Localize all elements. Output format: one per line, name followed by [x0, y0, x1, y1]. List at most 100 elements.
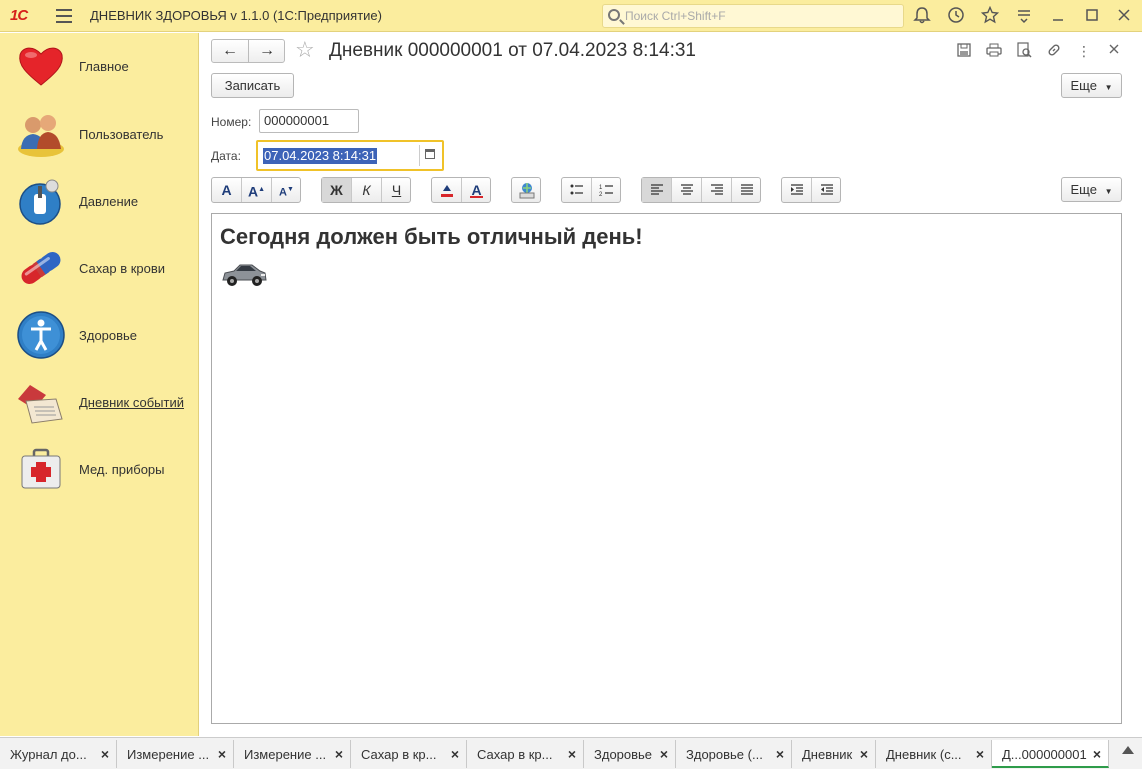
search-placeholder: Поиск Ctrl+Shift+F [625, 9, 726, 23]
calendar-icon[interactable] [425, 149, 435, 159]
font-size-group: A A▲ A▼ [211, 177, 301, 203]
tab-window[interactable]: Здоровье (... × [676, 740, 792, 768]
date-field[interactable]: 07.04.2023 8:14:31 [256, 140, 444, 171]
forward-arrow-icon[interactable]: → [249, 41, 285, 61]
svg-text:1: 1 [599, 185, 603, 191]
history-icon[interactable] [946, 6, 966, 26]
save-button[interactable]: Записать [211, 73, 294, 98]
tab-window[interactable]: Дневник (с... × [876, 740, 992, 768]
bold-button[interactable]: Ж [322, 178, 351, 202]
close-tab-icon[interactable]: × [976, 746, 984, 762]
link-icon[interactable] [1045, 42, 1063, 60]
format-more-label: Еще [1070, 182, 1097, 197]
sidebar-item-main[interactable]: Главное [0, 35, 199, 95]
app-title: ДНЕВНИК ЗДОРОВЬЯ v 1.1.0 (1С:Предприятие… [90, 8, 382, 23]
tab-window[interactable]: Измерение ... × [117, 740, 234, 768]
formatted-text-editor[interactable]: Сегодня должен быть отличный день! [211, 213, 1122, 724]
indent-increase-icon[interactable] [782, 178, 811, 202]
font-increase-icon[interactable]: A▲ [242, 178, 271, 202]
pill-icon [16, 243, 66, 293]
functions-menu-icon[interactable] [1014, 6, 1034, 26]
tab-label: Дневник (с... [886, 747, 962, 762]
tab-label: Сахар в кр... [477, 747, 553, 762]
close-tab-icon[interactable]: × [860, 746, 868, 762]
underline-button[interactable]: Ч [382, 178, 411, 202]
numbered-list-icon[interactable]: 12 [592, 178, 621, 202]
close-tab-icon[interactable]: × [568, 746, 576, 762]
sidebar-item-med-devices[interactable]: Мед. приборы [0, 438, 199, 498]
tab-window-active[interactable]: Д...000000001 × [992, 740, 1109, 768]
favorites-icon[interactable] [980, 5, 1000, 26]
tab-window[interactable]: Сахар в кр... × [351, 740, 467, 768]
sidebar-item-blood-sugar[interactable]: Сахар в крови [0, 237, 199, 297]
more-button[interactable]: Еще ▼ [1061, 73, 1122, 98]
font-icon[interactable]: A [212, 178, 241, 202]
more-vertical-icon[interactable]: ⋮ [1075, 42, 1093, 60]
sidebar-item-event-diary[interactable]: Дневник событий [0, 371, 199, 431]
tab-label: Здоровье (... [686, 747, 763, 762]
tab-label: Дневник [802, 747, 853, 762]
bulleted-list-icon[interactable] [562, 178, 591, 202]
align-left-icon[interactable] [642, 178, 671, 202]
close-tab-icon[interactable]: × [776, 746, 784, 762]
tab-label: Измерение ... [244, 747, 327, 762]
format-more-button[interactable]: Еще ▼ [1061, 177, 1122, 202]
sidebar-item-label: Сахар в крови [79, 261, 166, 276]
minimize-icon[interactable] [1048, 6, 1068, 26]
tab-label: Здоровье [594, 747, 653, 762]
sidebar-item-health[interactable]: Здоровье [0, 304, 199, 364]
open-windows-bar: Журнал до... × Измерение ... × Измерение .… [0, 737, 1142, 769]
align-center-icon[interactable] [672, 178, 701, 202]
tab-window[interactable]: Журнал до... × [0, 740, 117, 768]
number-field[interactable]: 000000001 [259, 109, 359, 133]
save-disk-icon[interactable] [955, 42, 973, 60]
align-right-icon[interactable] [702, 178, 731, 202]
back-arrow-icon[interactable]: ← [212, 41, 248, 61]
close-tab-icon[interactable]: × [335, 746, 343, 762]
close-tab-icon[interactable]: × [218, 746, 226, 762]
sidebar: Главное Пользователь Давление Сахар в кр… [0, 33, 199, 736]
close-form-icon[interactable] [1105, 42, 1123, 60]
sidebar-item-label: Мед. приборы [79, 462, 165, 477]
search-input[interactable]: Поиск Ctrl+Shift+F [602, 4, 904, 28]
close-tab-icon[interactable]: × [660, 746, 668, 762]
person-icon [16, 310, 66, 360]
sidebar-item-label: Давление [79, 194, 139, 209]
close-window-icon[interactable] [1114, 6, 1134, 26]
sidebar-item-pressure[interactable]: Давление [0, 170, 199, 230]
align-justify-icon[interactable] [732, 178, 761, 202]
tab-window[interactable]: Сахар в кр... × [467, 740, 584, 768]
close-tab-icon[interactable]: × [1093, 746, 1101, 762]
print-icon[interactable] [985, 42, 1003, 60]
sidebar-item-label: Дневник событий [79, 395, 185, 410]
tab-label: Измерение ... [127, 747, 210, 762]
number-label: Номер: [211, 115, 252, 129]
alignment-group [641, 177, 761, 203]
more-button-label: Еще [1070, 78, 1097, 93]
indent-group [781, 177, 841, 203]
tab-window[interactable]: Здоровье × [584, 740, 676, 768]
sidebar-item-label: Пользователь [79, 127, 164, 142]
tab-window[interactable]: Дневник × [792, 740, 876, 768]
menu-icon[interactable] [56, 9, 72, 23]
close-tab-icon[interactable]: × [101, 746, 109, 762]
search-icon [608, 9, 620, 21]
diary-form: ← → ☆ Дневник 000000001 от 07.04.2023 8:… [200, 33, 1142, 736]
sidebar-item-label: Здоровье [79, 328, 138, 343]
tab-window[interactable]: Измерение ... × [234, 740, 351, 768]
chevron-down-icon: ▼ [1104, 187, 1113, 196]
favorite-star-icon[interactable]: ☆ [295, 37, 315, 63]
tabs-expand-icon[interactable] [1122, 746, 1134, 754]
maximize-icon[interactable] [1082, 6, 1102, 26]
close-tab-icon[interactable]: × [451, 746, 459, 762]
indent-decrease-icon[interactable] [812, 178, 841, 202]
italic-button[interactable]: К [352, 178, 381, 202]
highlight-color-icon[interactable] [432, 178, 461, 202]
preview-icon[interactable] [1015, 42, 1033, 60]
insert-picture-icon[interactable] [512, 178, 541, 202]
bell-icon[interactable] [912, 6, 932, 26]
sidebar-item-user[interactable]: Пользователь [0, 103, 199, 163]
font-decrease-icon[interactable]: A▼ [272, 178, 301, 202]
chevron-down-icon: ▼ [1104, 83, 1113, 92]
text-color-icon[interactable]: A [462, 178, 491, 202]
